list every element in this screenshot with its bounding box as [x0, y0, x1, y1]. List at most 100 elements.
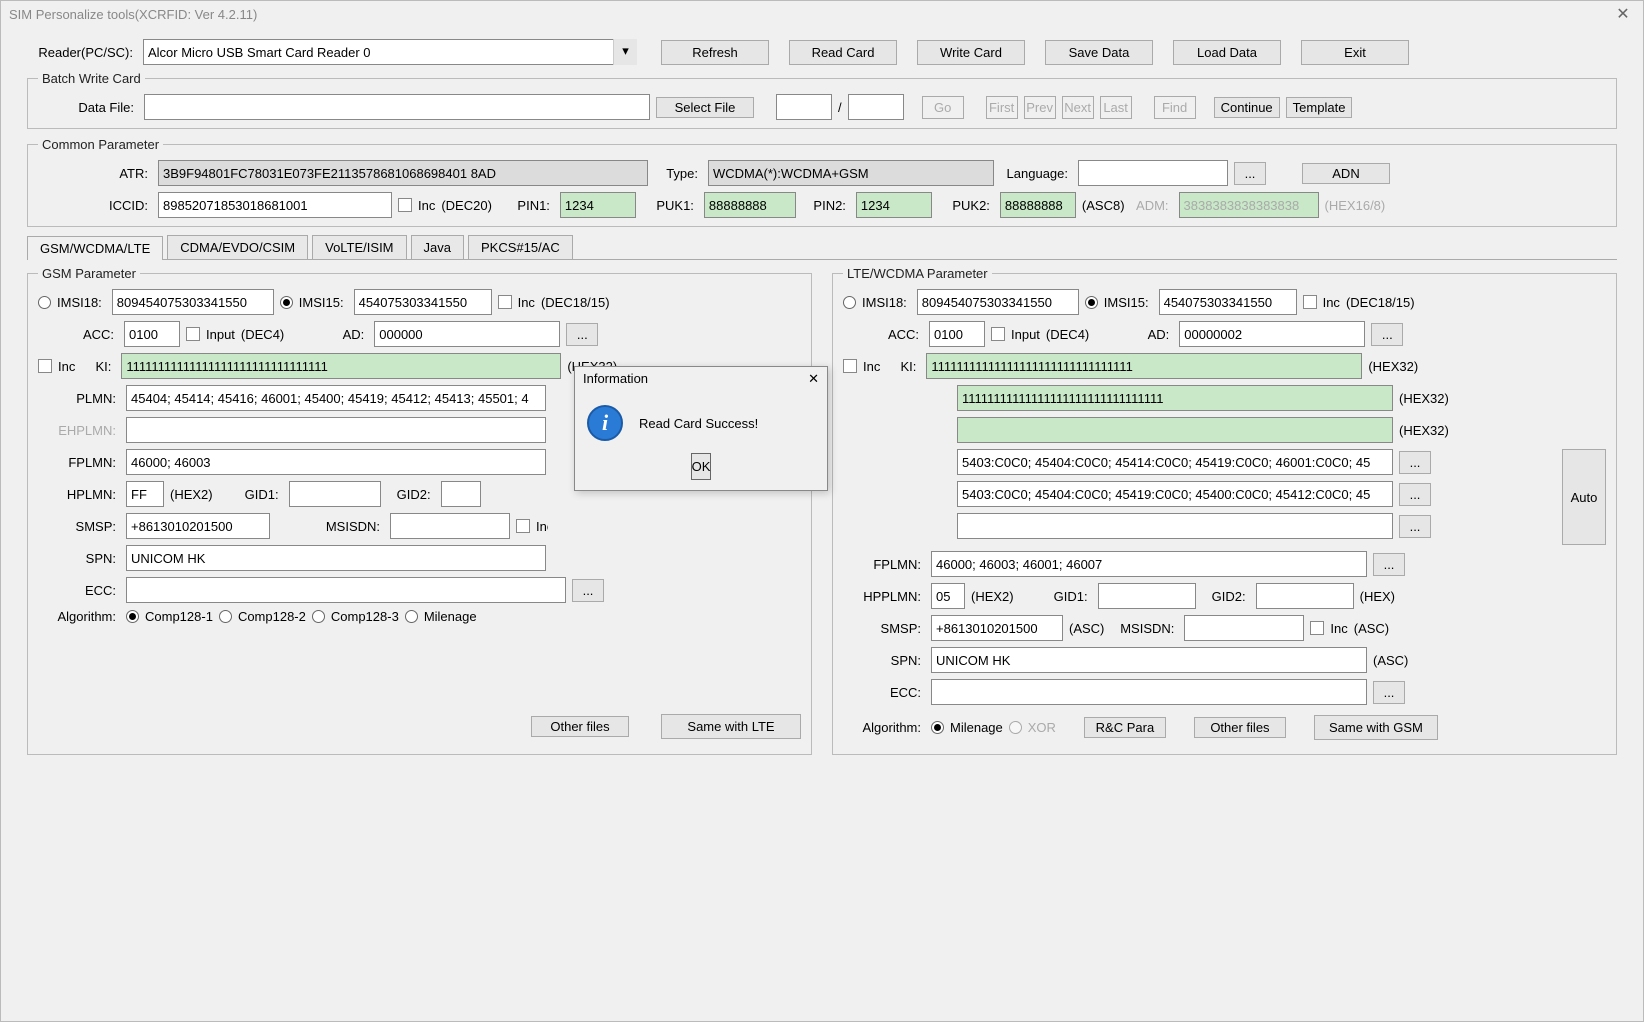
lte-imsi15-radio[interactable]	[1085, 296, 1098, 309]
lte-spn-input[interactable]	[931, 647, 1367, 673]
language-input[interactable]	[1078, 160, 1228, 186]
gsm-imsi18-input[interactable]	[112, 289, 274, 315]
atr-input[interactable]	[158, 160, 648, 186]
gsm-imsi-inc-checkbox[interactable]	[498, 295, 512, 309]
gsm-msisdn-inc-checkbox[interactable]	[516, 519, 530, 533]
find-button[interactable]: Find	[1154, 96, 1196, 119]
gsm-gid1-input[interactable]	[289, 481, 381, 507]
gsm-gid2-input[interactable]	[441, 481, 481, 507]
count-b-input[interactable]	[848, 94, 904, 120]
pin2-input[interactable]	[856, 192, 932, 218]
gsm-spn-input[interactable]	[126, 545, 546, 571]
tab-gsm[interactable]: GSM/WCDMA/LTE	[27, 236, 163, 260]
exit-button[interactable]: Exit	[1301, 40, 1409, 65]
gsm-imsi15-input[interactable]	[354, 289, 492, 315]
lte-row6-more-button[interactable]: ...	[1399, 451, 1431, 474]
select-file-button[interactable]: Select File	[656, 97, 754, 118]
lte-imsi15-input[interactable]	[1159, 289, 1297, 315]
lte-row4-input[interactable]	[957, 385, 1393, 411]
count-a-input[interactable]	[776, 94, 832, 120]
gsm-alg-comp1-radio[interactable]	[126, 610, 139, 623]
tab-cdma[interactable]: CDMA/EVDO/CSIM	[167, 235, 308, 259]
lte-row8-more-button[interactable]: ...	[1399, 515, 1431, 538]
lte-imsi-inc-checkbox[interactable]	[1303, 295, 1317, 309]
gsm-alg-comp2-radio[interactable]	[219, 610, 232, 623]
lte-ecc-input[interactable]	[931, 679, 1367, 705]
gsm-ecc-more-button[interactable]: ...	[572, 579, 604, 602]
lte-same-gsm-button[interactable]: Same with GSM	[1314, 715, 1438, 740]
load-data-button[interactable]: Load Data	[1173, 40, 1281, 65]
lte-msisdn-inc-checkbox[interactable]	[1310, 621, 1324, 635]
adn-button[interactable]: ADN	[1302, 163, 1390, 184]
lte-fplmn-more-button[interactable]: ...	[1373, 553, 1405, 576]
lte-ad-input[interactable]	[1179, 321, 1365, 347]
lte-imsi18-radio[interactable]	[843, 296, 856, 309]
template-button[interactable]: Template	[1286, 97, 1353, 118]
tab-java[interactable]: Java	[411, 235, 464, 259]
lte-fplmn-input[interactable]	[931, 551, 1367, 577]
go-button[interactable]: Go	[922, 96, 964, 119]
inc-iccid-checkbox[interactable]	[398, 198, 412, 212]
lte-row6-input[interactable]	[957, 449, 1393, 475]
gsm-fplmn-input[interactable]	[126, 449, 546, 475]
last-button[interactable]: Last	[1100, 96, 1132, 119]
lte-gid2-input[interactable]	[1256, 583, 1354, 609]
lte-other-files-button[interactable]: Other files	[1194, 717, 1286, 738]
gsm-imsi18-radio[interactable]	[38, 296, 51, 309]
gsm-ad-input[interactable]	[374, 321, 560, 347]
gsm-input-checkbox[interactable]	[186, 327, 200, 341]
gsm-plmn-input[interactable]	[126, 385, 546, 411]
lte-smsp-input[interactable]	[931, 615, 1063, 641]
gsm-alg-milenage-radio[interactable]	[405, 610, 418, 623]
lte-ki-input[interactable]	[926, 353, 1362, 379]
pin1-input[interactable]	[560, 192, 636, 218]
first-button[interactable]: First	[986, 96, 1018, 119]
lte-hpplmn-input[interactable]	[931, 583, 965, 609]
lte-ad-more-button[interactable]: ...	[1371, 323, 1403, 346]
lte-gid1-input[interactable]	[1098, 583, 1196, 609]
lte-row5-input[interactable]	[957, 417, 1393, 443]
lte-ki-inc-checkbox[interactable]	[843, 359, 857, 373]
language-more-button[interactable]: ...	[1234, 162, 1266, 185]
lte-rc-para-button[interactable]: R&C Para	[1084, 717, 1166, 738]
next-button[interactable]: Next	[1062, 96, 1094, 119]
gsm-ehplmn-input[interactable]	[126, 417, 546, 443]
lte-msisdn-input[interactable]	[1184, 615, 1304, 641]
gsm-ecc-input[interactable]	[126, 577, 566, 603]
continue-button[interactable]: Continue	[1214, 97, 1280, 118]
lte-imsi18-input[interactable]	[917, 289, 1079, 315]
gsm-ki-inc-checkbox[interactable]	[38, 359, 52, 373]
modal-close-icon[interactable]: ✕	[808, 371, 819, 387]
lte-acc-input[interactable]	[929, 321, 985, 347]
close-icon[interactable]: ✕	[1603, 1, 1643, 29]
write-card-button[interactable]: Write Card	[917, 40, 1025, 65]
lte-ecc-more-button[interactable]: ...	[1373, 681, 1405, 704]
iccid-input[interactable]	[158, 192, 392, 218]
gsm-acc-input[interactable]	[124, 321, 180, 347]
gsm-other-files-button[interactable]: Other files	[531, 716, 629, 737]
modal-ok-button[interactable]: OK	[691, 453, 712, 480]
gsm-imsi15-radio[interactable]	[280, 296, 293, 309]
refresh-button[interactable]: Refresh	[661, 40, 769, 65]
gsm-ad-more-button[interactable]: ...	[566, 323, 598, 346]
puk1-input[interactable]	[704, 192, 796, 218]
prev-button[interactable]: Prev	[1024, 96, 1056, 119]
gsm-ki-input[interactable]	[121, 353, 561, 379]
gsm-hplmn-input[interactable]	[126, 481, 164, 507]
tab-volte[interactable]: VoLTE/ISIM	[312, 235, 406, 259]
type-input[interactable]	[708, 160, 994, 186]
read-card-button[interactable]: Read Card	[789, 40, 897, 65]
adm-input[interactable]	[1179, 192, 1319, 218]
reader-select[interactable]	[143, 39, 637, 65]
data-file-input[interactable]	[144, 94, 650, 120]
gsm-smsp-input[interactable]	[126, 513, 270, 539]
lte-row7-input[interactable]	[957, 481, 1393, 507]
gsm-same-lte-button[interactable]: Same with LTE	[661, 714, 801, 739]
lte-input-checkbox[interactable]	[991, 327, 1005, 341]
lte-auto-button[interactable]: Auto	[1562, 449, 1606, 545]
save-data-button[interactable]: Save Data	[1045, 40, 1153, 65]
lte-alg-milenage-radio[interactable]	[931, 721, 944, 734]
gsm-msisdn-input[interactable]	[390, 513, 510, 539]
puk2-input[interactable]	[1000, 192, 1076, 218]
lte-row8-input[interactable]	[957, 513, 1393, 539]
